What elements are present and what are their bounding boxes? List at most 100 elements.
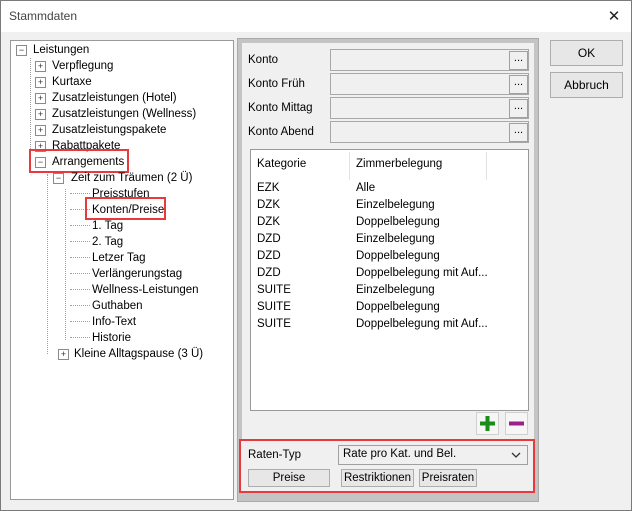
category-list[interactable]: Kategorie Zimmerbelegung EZK Alle DZK Ei… bbox=[250, 149, 529, 411]
konto-abend-field[interactable] bbox=[330, 121, 529, 143]
tree-line bbox=[70, 225, 90, 226]
table-row[interactable]: DZK Doppelbelegung bbox=[251, 216, 526, 233]
expand-icon[interactable]: + bbox=[35, 61, 46, 72]
tree-view[interactable]: − Leistungen + Verpflegung + Kurtaxe + Z… bbox=[10, 40, 234, 500]
tree-node-historie[interactable]: Historie bbox=[92, 330, 131, 346]
cell-kategorie: DZK bbox=[257, 216, 280, 228]
column-divider bbox=[486, 152, 487, 180]
cell-kategorie: SUITE bbox=[257, 318, 291, 330]
ok-button[interactable]: OK bbox=[550, 40, 623, 66]
expand-icon[interactable]: + bbox=[35, 109, 46, 120]
cell-kategorie: DZK bbox=[257, 199, 280, 211]
tree-node-verlaengerungstag[interactable]: Verlängerungstag bbox=[92, 266, 182, 282]
cell-zimmerbelegung: Doppelbelegung mit Auf... bbox=[356, 267, 488, 279]
tree-node-arrangements[interactable]: Arrangements bbox=[52, 154, 124, 170]
expand-icon[interactable]: + bbox=[58, 349, 69, 360]
tree-line bbox=[70, 337, 90, 338]
expand-icon[interactable]: + bbox=[35, 141, 46, 152]
tree-line bbox=[70, 289, 90, 290]
table-row[interactable]: DZK Einzelbelegung bbox=[251, 199, 526, 216]
add-row-button[interactable] bbox=[476, 412, 499, 435]
tree-line bbox=[70, 273, 90, 274]
rate-type-value: Rate pro Kat. und Bel. bbox=[343, 448, 457, 460]
rate-type-section: Raten-Typ Rate pro Kat. und Bel. Preise … bbox=[239, 439, 535, 493]
tree-node-arrangement-2[interactable]: Kleine Alltagspause (3 Ü) bbox=[74, 346, 203, 362]
preise-button[interactable]: Preise bbox=[248, 469, 330, 487]
tree-line bbox=[70, 321, 90, 322]
table-row[interactable]: SUITE Doppelbelegung mit Auf... bbox=[251, 318, 526, 335]
tree-node-konten-preise[interactable]: Konten/Preise bbox=[92, 202, 164, 218]
collapse-icon[interactable]: − bbox=[53, 173, 64, 184]
tree-node-zusatz-hotel[interactable]: Zusatzleistungen (Hotel) bbox=[52, 90, 177, 106]
title-bar: Stammdaten ✕ bbox=[1, 1, 631, 32]
cell-zimmerbelegung: Doppelbelegung bbox=[356, 216, 440, 228]
tree-node-arrangement-1[interactable]: Zeit zum Träumen (2 Ü) bbox=[71, 170, 192, 186]
cell-kategorie: DZD bbox=[257, 267, 281, 279]
cell-zimmerbelegung: Einzelbelegung bbox=[356, 284, 435, 296]
cell-kategorie: SUITE bbox=[257, 284, 291, 296]
label-konto-mittag: Konto Mittag bbox=[248, 102, 313, 114]
cell-zimmerbelegung: Doppelbelegung bbox=[356, 250, 440, 262]
table-row[interactable]: SUITE Doppelbelegung bbox=[251, 301, 526, 318]
tree-node-guthaben[interactable]: Guthaben bbox=[92, 298, 143, 314]
tree-line bbox=[65, 189, 66, 340]
tree-node-tag-1[interactable]: 1. Tag bbox=[92, 218, 123, 234]
tree-line bbox=[70, 241, 90, 242]
expand-icon[interactable]: + bbox=[35, 125, 46, 136]
konto-frueh-field[interactable] bbox=[330, 73, 529, 95]
cell-kategorie: DZD bbox=[257, 250, 281, 262]
label-konto-frueh: Konto Früh bbox=[248, 78, 305, 90]
konto-frueh-browse-button[interactable]: ... bbox=[509, 75, 528, 94]
cell-kategorie: EZK bbox=[257, 182, 280, 194]
cell-zimmerbelegung: Alle bbox=[356, 182, 376, 194]
table-row[interactable]: DZD Einzelbelegung bbox=[251, 233, 526, 250]
tree-node-kurtaxe[interactable]: Kurtaxe bbox=[52, 74, 92, 90]
add-icon bbox=[480, 416, 495, 431]
table-row[interactable]: DZD Doppelbelegung mit Auf... bbox=[251, 267, 526, 284]
label-konto: Konto bbox=[248, 54, 279, 66]
expand-icon[interactable]: + bbox=[35, 77, 46, 88]
tree-node-tag-2[interactable]: 2. Tag bbox=[92, 234, 123, 250]
chevron-down-icon bbox=[511, 452, 521, 458]
remove-icon bbox=[509, 421, 524, 426]
cancel-button[interactable]: Abbruch bbox=[550, 72, 623, 98]
tree-node-zusatz-wellness[interactable]: Zusatzleistungen (Wellness) bbox=[52, 106, 196, 122]
tree-node-wellness-leistungen[interactable]: Wellness-Leistungen bbox=[92, 282, 199, 298]
konto-field[interactable] bbox=[330, 49, 529, 71]
table-row[interactable]: SUITE Einzelbelegung bbox=[251, 284, 526, 301]
konto-browse-button[interactable]: ... bbox=[509, 51, 528, 70]
cell-kategorie: DZD bbox=[257, 233, 281, 245]
tree-node-letzer-tag[interactable]: Letzer Tag bbox=[92, 250, 146, 266]
table-row[interactable]: DZD Doppelbelegung bbox=[251, 250, 526, 267]
cell-zimmerbelegung: Doppelbelegung mit Auf... bbox=[356, 318, 488, 330]
cell-zimmerbelegung: Einzelbelegung bbox=[356, 199, 435, 211]
konto-abend-browse-button[interactable]: ... bbox=[509, 123, 528, 142]
konto-mittag-browse-button[interactable]: ... bbox=[509, 99, 528, 118]
remove-row-button[interactable] bbox=[505, 412, 528, 435]
cell-zimmerbelegung: Einzelbelegung bbox=[356, 233, 435, 245]
preisraten-button[interactable]: Preisraten bbox=[419, 469, 477, 487]
restriktionen-button[interactable]: Restriktionen bbox=[341, 469, 414, 487]
window-title: Stammdaten bbox=[9, 9, 78, 23]
table-row[interactable]: EZK Alle bbox=[251, 182, 526, 199]
tree-line bbox=[70, 193, 90, 194]
expand-icon[interactable]: + bbox=[35, 93, 46, 104]
tree-line bbox=[70, 257, 90, 258]
tree-line bbox=[47, 174, 48, 354]
tree-line bbox=[70, 305, 90, 306]
column-header-kategorie[interactable]: Kategorie bbox=[257, 158, 306, 170]
collapse-icon[interactable]: − bbox=[16, 45, 27, 56]
column-header-zimmerbelegung[interactable]: Zimmerbelegung bbox=[356, 158, 442, 170]
tree-node-root[interactable]: Leistungen bbox=[33, 42, 89, 58]
cell-kategorie: SUITE bbox=[257, 301, 291, 313]
konto-mittag-field[interactable] bbox=[330, 97, 529, 119]
tree-node-zusatzleistungspakete[interactable]: Zusatzleistungspakete bbox=[52, 122, 166, 138]
cell-zimmerbelegung: Doppelbelegung bbox=[356, 301, 440, 313]
label-konto-abend: Konto Abend bbox=[248, 126, 314, 138]
tree-node-verpflegung[interactable]: Verpflegung bbox=[52, 58, 113, 74]
tree-node-info-text[interactable]: Info-Text bbox=[92, 314, 136, 330]
close-icon[interactable]: ✕ bbox=[597, 1, 631, 32]
rate-type-select[interactable]: Rate pro Kat. und Bel. bbox=[338, 445, 528, 465]
tree-line bbox=[70, 209, 90, 210]
collapse-icon[interactable]: − bbox=[35, 157, 46, 168]
